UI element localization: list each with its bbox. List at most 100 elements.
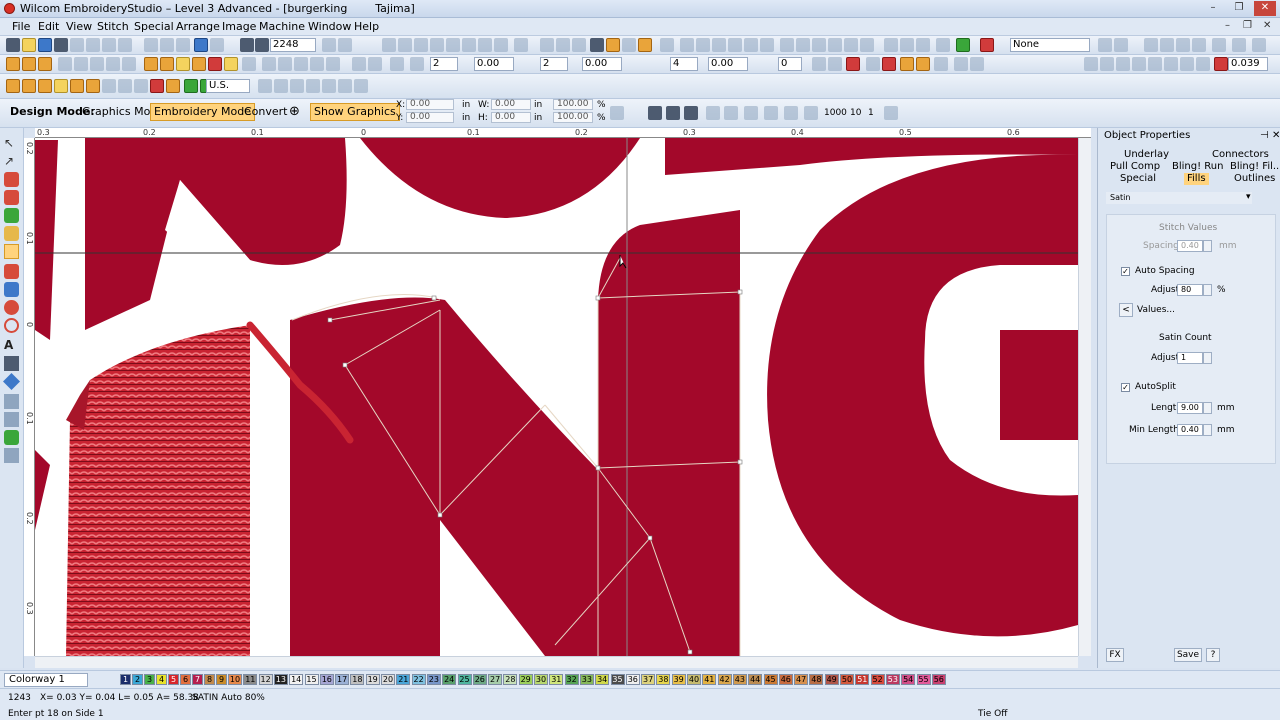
color-swatch[interactable]: 37 <box>641 674 656 685</box>
node-1-icon[interactable] <box>706 106 720 120</box>
auto-start-end-icon[interactable] <box>368 57 382 71</box>
color-swatch[interactable]: 15 <box>304 674 319 685</box>
palette-icon[interactable] <box>956 38 970 52</box>
color-swatch[interactable]: 11 <box>243 674 258 685</box>
color-swatch[interactable]: 46 <box>778 674 793 685</box>
polyline-select-icon[interactable]: ↗ <box>4 154 19 169</box>
trapunto-icon[interactable] <box>828 57 842 71</box>
measure-icon[interactable] <box>900 38 914 52</box>
slow-redraw-icon[interactable] <box>572 38 586 52</box>
panel-pin-icon[interactable]: ⊣ <box>1260 130 1269 141</box>
color-swatch[interactable]: 56 <box>931 674 946 685</box>
fill-style-icon[interactable] <box>812 57 826 71</box>
break-apart-icon[interactable] <box>828 38 842 52</box>
new-icon[interactable] <box>6 38 20 52</box>
color-swatch[interactable]: 43 <box>732 674 747 685</box>
record-icon[interactable] <box>846 57 860 71</box>
photo-stitch-icon[interactable] <box>278 57 292 71</box>
lock-proportions-icon[interactable] <box>610 106 624 120</box>
color-swatch[interactable]: 22 <box>411 674 426 685</box>
applique-tool-icon[interactable] <box>4 394 19 409</box>
color-swatch[interactable]: 39 <box>671 674 686 685</box>
column-c-icon[interactable] <box>192 57 206 71</box>
motif-tool-icon[interactable] <box>4 430 19 445</box>
field-6[interactable]: 0.00 <box>708 57 748 71</box>
design-canvas[interactable] <box>35 138 1078 656</box>
closed-shape-icon[interactable] <box>70 79 84 93</box>
color-swatch[interactable]: 53 <box>885 674 900 685</box>
fill-type-dropdown-icon[interactable]: ▾ <box>1246 192 1251 202</box>
menu-arrange[interactable]: Arrange <box>176 20 220 33</box>
color-swatch[interactable]: 38 <box>656 674 671 685</box>
color-swatch[interactable]: 1 <box>120 674 131 685</box>
copy-icon[interactable] <box>160 38 174 52</box>
density-field[interactable]: 0.039 <box>1228 57 1268 71</box>
tatami-icon[interactable] <box>144 57 158 71</box>
filter-icon[interactable] <box>622 38 636 52</box>
star-icon[interactable] <box>166 79 180 93</box>
view-4-icon[interactable] <box>1132 57 1146 71</box>
convert-button[interactable]: Convert <box>240 103 292 121</box>
align-middle-icon[interactable] <box>744 38 758 52</box>
reshape-side-icon[interactable] <box>4 244 19 259</box>
color-swatch[interactable]: 27 <box>488 674 503 685</box>
color-swatch[interactable]: 33 <box>579 674 594 685</box>
horizontal-scrollbar[interactable] <box>35 656 1078 668</box>
help-toolbar-icon[interactable] <box>1252 38 1266 52</box>
speed-icon[interactable] <box>954 57 968 71</box>
tab-bling-fill[interactable]: Bling! Fil... <box>1230 161 1280 173</box>
align-center-icon[interactable] <box>696 38 710 52</box>
array-icon[interactable] <box>354 79 368 93</box>
globe-icon[interactable]: ⊕ <box>285 103 304 121</box>
auto-digitize-icon[interactable] <box>262 57 276 71</box>
scale-h-field[interactable]: 100.00 <box>553 112 593 123</box>
adjust-field[interactable]: 80 <box>1177 284 1203 296</box>
color-swatch[interactable]: 32 <box>564 674 579 685</box>
guides-icon[interactable] <box>1192 38 1206 52</box>
color-swatch[interactable]: 3 <box>144 674 155 685</box>
tab-underlay[interactable]: Underlay <box>1124 149 1169 161</box>
save-icon[interactable] <box>38 38 52 52</box>
color-swatch[interactable]: 52 <box>870 674 885 685</box>
color-swatch[interactable]: 35 <box>610 674 625 685</box>
menu-file[interactable]: File <box>12 20 30 33</box>
tab-outlines[interactable]: Outlines <box>1234 173 1275 185</box>
stitch-player-icon[interactable] <box>936 38 950 52</box>
color-swatch[interactable]: 50 <box>840 674 854 685</box>
letter-o-shape[interactable] <box>360 138 640 218</box>
backstitch-icon[interactable] <box>58 57 72 71</box>
print-icon[interactable] <box>54 38 68 52</box>
satin-adjust-spinner[interactable] <box>1203 352 1212 364</box>
align-right-icon[interactable] <box>712 38 726 52</box>
satin-stitch-column[interactable] <box>66 325 250 656</box>
color-swatch[interactable]: 31 <box>549 674 564 685</box>
color-swatch[interactable]: 12 <box>258 674 273 685</box>
color-swatch[interactable]: 25 <box>457 674 472 685</box>
zigzag-icon[interactable] <box>106 57 120 71</box>
stemstitch-icon[interactable] <box>74 57 88 71</box>
close-button[interactable]: ✕ <box>1254 1 1276 16</box>
letter-g-shape[interactable] <box>767 154 1078 637</box>
color-swatch[interactable]: 42 <box>717 674 732 685</box>
colorway-select[interactable]: Colorway 1 <box>4 673 88 687</box>
tab-special[interactable]: Special <box>1120 173 1156 185</box>
view-3-icon[interactable] <box>1116 57 1130 71</box>
help-button[interactable]: ? <box>1206 648 1220 662</box>
menu-window[interactable]: Window <box>308 20 351 33</box>
mdi-close-button[interactable]: ✕ <box>1263 20 1271 31</box>
min-length-spinner[interactable] <box>1203 424 1212 436</box>
e-stitch-icon[interactable] <box>122 57 136 71</box>
send-icon[interactable] <box>102 38 116 52</box>
color-swatch[interactable]: 55 <box>916 674 931 685</box>
stop-icon[interactable] <box>934 57 948 71</box>
circle-tool-icon[interactable] <box>4 300 19 315</box>
units-select[interactable]: U.S. <box>206 79 250 93</box>
paste-icon[interactable] <box>176 38 190 52</box>
lettering-icon[interactable] <box>224 57 238 71</box>
polygon-icon[interactable] <box>134 79 148 93</box>
zoom-icon[interactable] <box>240 38 254 52</box>
open-shape-icon[interactable] <box>86 79 100 93</box>
show-objects-icon[interactable] <box>414 38 428 52</box>
color-swatch[interactable]: 34 <box>595 674 610 685</box>
closest-join-icon[interactable] <box>352 57 366 71</box>
